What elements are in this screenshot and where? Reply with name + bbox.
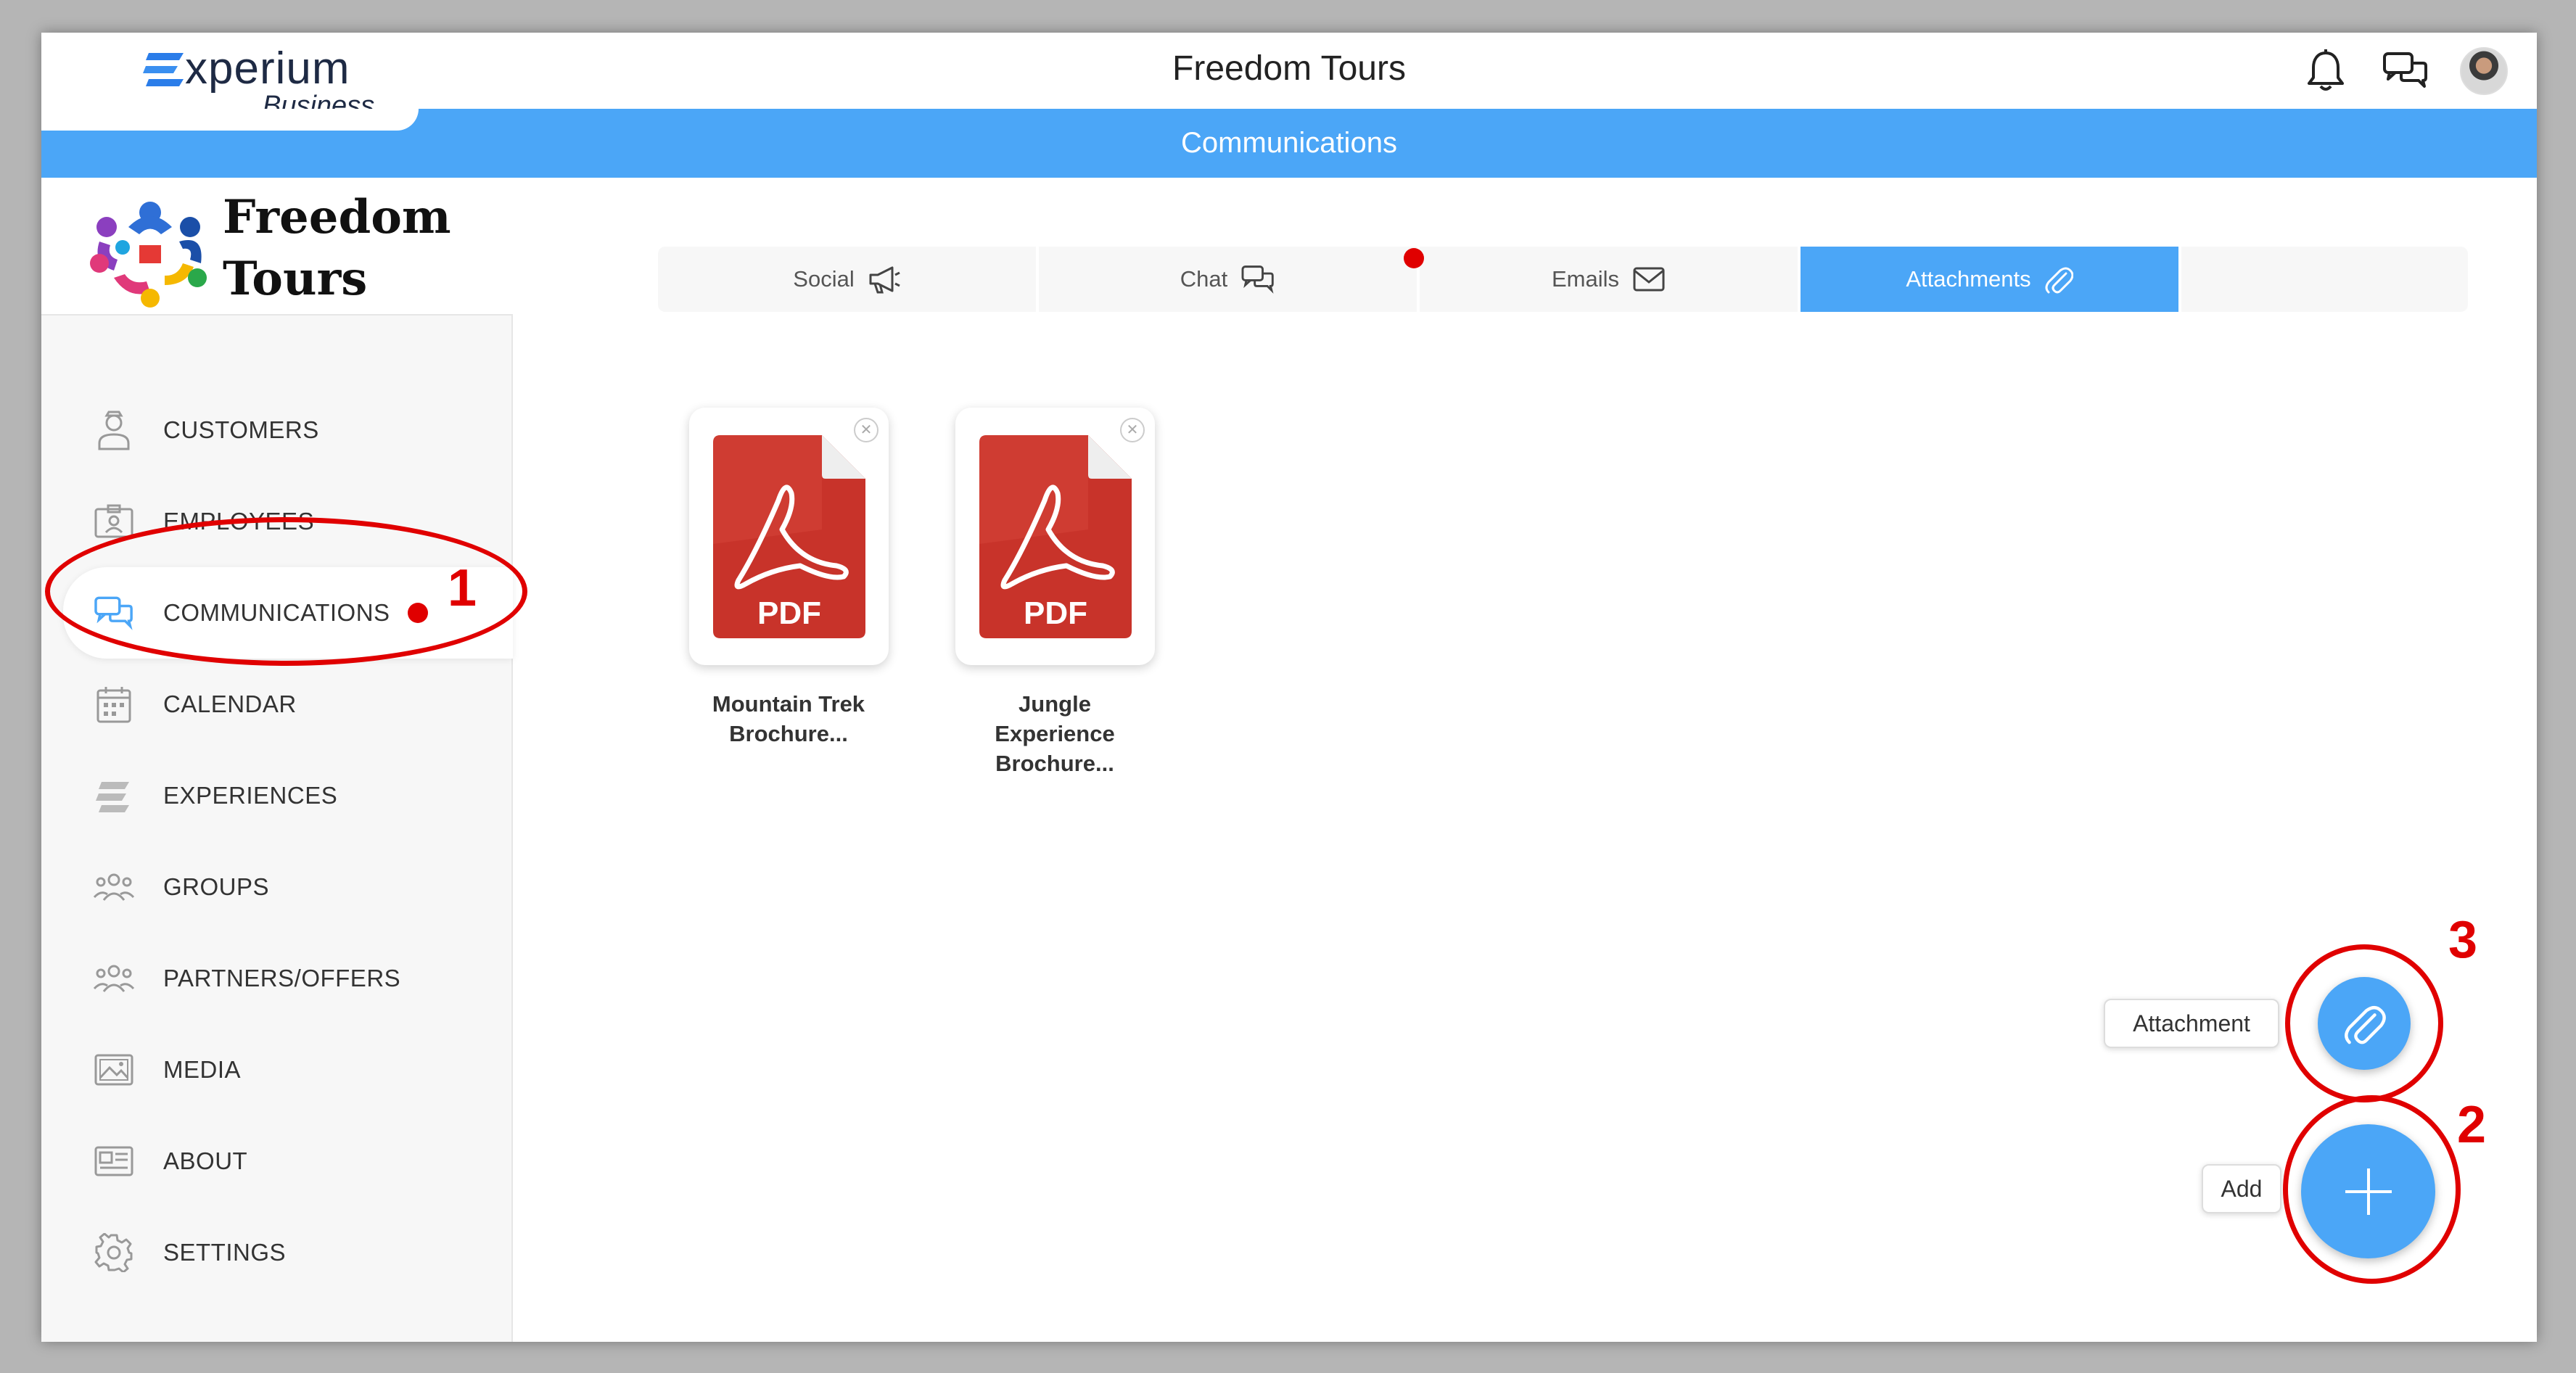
file-name-line: Experience bbox=[995, 721, 1115, 746]
file-name-line: Brochure... bbox=[729, 721, 848, 746]
sidebar-item-media[interactable]: MEDIA bbox=[41, 1024, 513, 1116]
pdf-file-icon: PDF bbox=[979, 435, 1132, 638]
newspaper-icon bbox=[94, 1141, 134, 1182]
chat-bubbles-icon bbox=[2383, 52, 2427, 88]
tab-emails[interactable]: Emails bbox=[1420, 247, 1801, 312]
app-window: xperium Business Freedom Tours Communica… bbox=[41, 33, 2537, 1342]
sidebar-item-label: ABOUT bbox=[163, 1147, 248, 1174]
sidebar-item-label: CALENDAR bbox=[163, 690, 297, 717]
tab-label: Social bbox=[793, 266, 855, 292]
chat-bubbles-icon bbox=[1241, 265, 1274, 294]
brand-name-line2: Tours bbox=[223, 252, 368, 306]
top-bar: xperium Business Freedom Tours bbox=[41, 33, 2537, 121]
file-name: Jungle Experience Brochure... bbox=[946, 689, 1164, 778]
tab-label: Attachments bbox=[1906, 266, 2031, 292]
sidebar-item-customers[interactable]: CUSTOMERS bbox=[41, 384, 513, 476]
annotation-circle-add bbox=[2283, 1095, 2461, 1284]
brand-name-line1: Freedom bbox=[223, 190, 451, 244]
file-type-label: PDF bbox=[1024, 595, 1087, 631]
sidebar-item-label: SETTINGS bbox=[163, 1239, 287, 1266]
messages-button[interactable] bbox=[2380, 46, 2431, 96]
image-icon bbox=[94, 1050, 134, 1090]
file-card-jungle-experience[interactable]: ✕ PDF bbox=[955, 408, 1155, 665]
file-card-mountain-trek[interactable]: ✕ PDF bbox=[689, 408, 889, 665]
file-type-label: PDF bbox=[757, 595, 821, 631]
tab-attachments[interactable]: Attachments bbox=[1801, 247, 2181, 312]
envelope-icon bbox=[1633, 267, 1665, 292]
sidebar-item-label: MEDIA bbox=[163, 1056, 242, 1083]
tab-label: Chat bbox=[1180, 266, 1228, 292]
sidebar-item-experiences[interactable]: EXPERIENCES bbox=[41, 750, 513, 841]
sidebar-item-label: PARTNERS/OFFERS bbox=[163, 965, 401, 991]
annotation-number-3: 3 bbox=[2448, 911, 2478, 969]
sidebar-item-settings[interactable]: SETTINGS bbox=[41, 1207, 513, 1298]
annotation-circle-attachment bbox=[2285, 944, 2443, 1102]
section-title: Communications bbox=[1181, 127, 1397, 159]
top-icons bbox=[2300, 38, 2508, 104]
user-avatar[interactable] bbox=[2460, 47, 2508, 95]
file-name-line: Mountain Trek bbox=[712, 691, 865, 717]
attachment-tooltip[interactable]: Attachment bbox=[2104, 999, 2279, 1048]
communications-tabs: Social Chat Emails Attachments bbox=[658, 247, 2468, 312]
sidebar: Freedom Tours CUSTOMERS EMPLOYEES COMMUN… bbox=[41, 178, 513, 1342]
tab-label: Emails bbox=[1551, 266, 1619, 292]
gear-icon bbox=[94, 1232, 134, 1273]
partners-icon bbox=[94, 958, 134, 999]
file-name-line: Brochure... bbox=[995, 751, 1114, 776]
sidebar-item-calendar[interactable]: CALENDAR bbox=[41, 659, 513, 750]
sidebar-item-groups[interactable]: GROUPS bbox=[41, 841, 513, 933]
sidebar-item-partners-offers[interactable]: PARTNERS/OFFERS bbox=[41, 933, 513, 1024]
file-name-line: Jungle bbox=[1019, 691, 1091, 717]
experiences-icon bbox=[94, 775, 134, 816]
paperclip-icon bbox=[2045, 267, 2073, 294]
pdf-file-icon: PDF bbox=[713, 435, 865, 638]
app-title: Freedom Tours bbox=[1172, 49, 1406, 88]
calendar-icon bbox=[94, 684, 134, 725]
customer-icon bbox=[94, 410, 134, 450]
group-icon bbox=[94, 867, 134, 907]
sidebar-item-label: CUSTOMERS bbox=[163, 416, 319, 443]
sidebar-item-label: EXPERIENCES bbox=[163, 782, 338, 809]
annotation-number-1: 1 bbox=[448, 559, 477, 617]
brand-box: Freedom Tours bbox=[41, 178, 513, 316]
annotation-number-2: 2 bbox=[2457, 1096, 2487, 1154]
notifications-button[interactable] bbox=[2300, 46, 2351, 96]
megaphone-icon bbox=[869, 266, 900, 294]
file-name: Mountain Trek Brochure... bbox=[680, 689, 897, 749]
bell-icon bbox=[2308, 49, 2344, 91]
tab-chat[interactable]: Chat bbox=[1039, 247, 1424, 312]
freedom-tours-logo-icon bbox=[90, 202, 207, 308]
sidebar-item-label: GROUPS bbox=[163, 873, 270, 900]
add-tooltip[interactable]: Add bbox=[2202, 1164, 2281, 1213]
sidebar-item-about[interactable]: ABOUT bbox=[41, 1116, 513, 1207]
tab-social[interactable]: Social bbox=[658, 247, 1039, 312]
